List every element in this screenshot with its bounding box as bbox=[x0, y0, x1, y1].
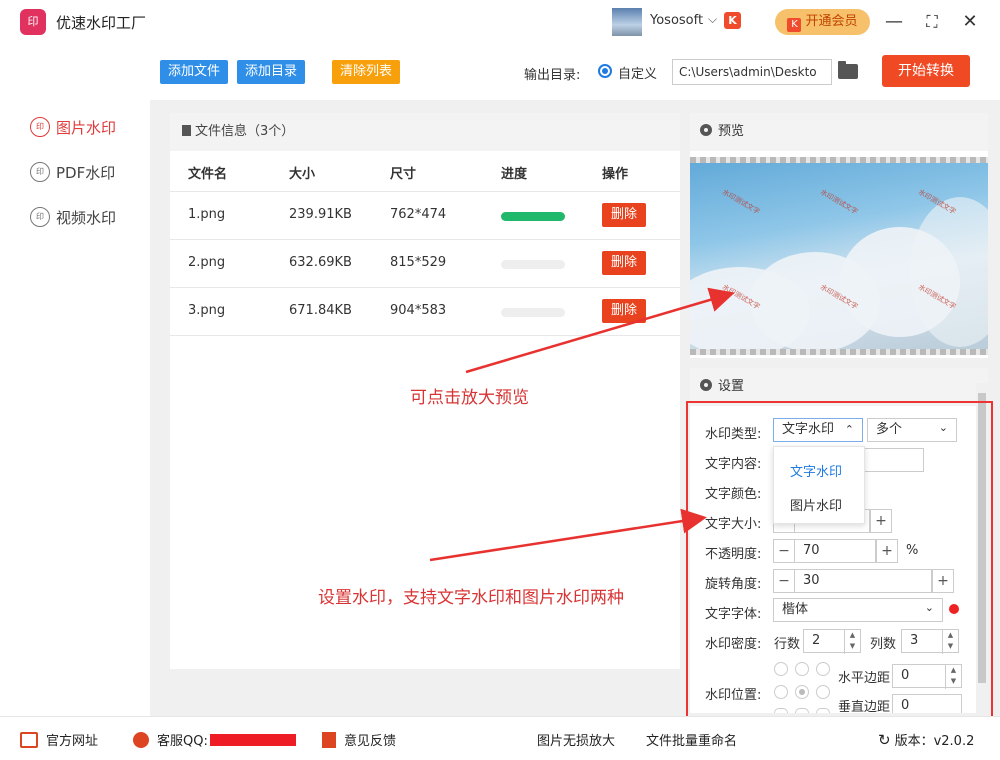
arrow-to-preview bbox=[465, 287, 735, 374]
version-info[interactable]: ↻ 版本：v2.0.2 bbox=[878, 730, 975, 750]
lossless-enlarge-link[interactable]: 图片无损放大 bbox=[537, 730, 615, 749]
qq-support-link[interactable]: 客服QQ: bbox=[133, 730, 296, 749]
footer: 官方网址 客服QQ: 意见反馈 图片无损放大 文件批量重命名 ↻ 版本：v2.0.… bbox=[0, 716, 1000, 760]
version-label: 版本：v2.0.2 bbox=[894, 734, 975, 749]
feedback-link[interactable]: 意见反馈 bbox=[322, 730, 396, 749]
feedback-label: 意见反馈 bbox=[344, 734, 397, 749]
feedback-icon bbox=[322, 731, 336, 748]
arrow-to-settings bbox=[429, 508, 707, 562]
refresh-icon: ↻ bbox=[878, 730, 891, 749]
website-icon bbox=[20, 731, 38, 748]
qq-label: 客服QQ: bbox=[157, 734, 208, 749]
qq-number-redacted bbox=[209, 733, 296, 746]
support-avatar-icon bbox=[133, 731, 149, 748]
annotation-settings-tip: 设置水印，支持文字水印和图片水印两种 bbox=[318, 588, 624, 608]
annotation-preview-tip: 可点击放大预览 bbox=[410, 388, 529, 408]
website-link[interactable]: 官方网址 bbox=[20, 730, 98, 749]
annotation-arrows bbox=[429, 287, 735, 562]
batch-rename-link[interactable]: 文件批量重命名 bbox=[646, 730, 737, 749]
lossless-label: 图片无损放大 bbox=[537, 734, 616, 749]
rename-label: 文件批量重命名 bbox=[646, 734, 738, 749]
website-label: 官方网址 bbox=[46, 734, 99, 749]
